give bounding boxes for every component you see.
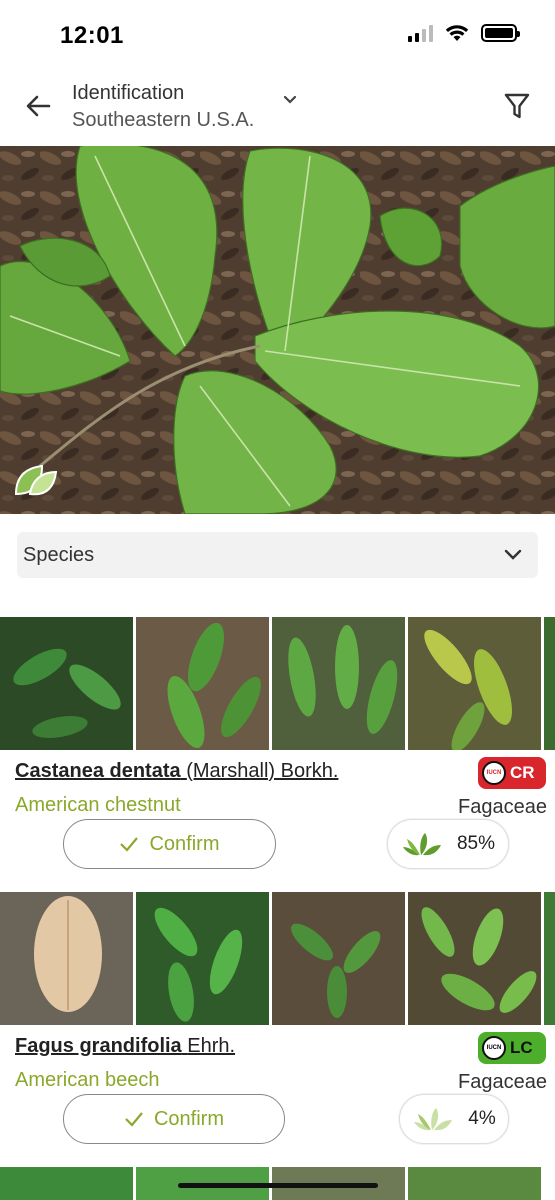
confirm-label: Confirm <box>149 832 220 855</box>
iucn-status: CR <box>510 763 535 782</box>
author: Ehrh. <box>187 1035 236 1057</box>
status-icons <box>408 24 520 42</box>
filter-icon <box>504 93 530 119</box>
reference-image[interactable] <box>136 892 269 1025</box>
leaf-photo-illustration <box>0 146 555 514</box>
reference-image[interactable] <box>272 617 405 750</box>
status-bar: 12:01 <box>0 0 555 70</box>
reference-image[interactable] <box>0 892 133 1025</box>
common-name: American chestnut <box>15 794 181 816</box>
reference-image[interactable] <box>544 892 555 1025</box>
leaf-score-icon <box>414 1108 453 1131</box>
chevron-down-icon <box>504 549 522 560</box>
back-button[interactable] <box>20 88 56 124</box>
iucn-logo-icon: IUCN <box>482 1036 506 1060</box>
family-name: Fagaceae <box>458 1071 547 1093</box>
result-card[interactable]: Castanea dentata (Marshall) Borkh. IUCN … <box>0 617 555 877</box>
reference-image[interactable] <box>408 892 541 1025</box>
iucn-logo-icon: IUCN <box>482 761 506 785</box>
status-time: 12:01 <box>60 22 124 49</box>
battery-icon <box>481 24 520 42</box>
family-name: Fagaceae <box>458 796 547 818</box>
app-header: Identification Southeastern U.S.A. <box>0 70 555 146</box>
score-value: 85% <box>456 833 496 854</box>
rank-filter-dropdown[interactable]: Species <box>17 532 538 578</box>
reference-images[interactable] <box>0 892 555 1025</box>
rank-filter-value: Species <box>23 543 95 566</box>
reference-images[interactable] <box>0 617 555 750</box>
result-card[interactable]: Fagus grandifolia Ehrh. IUCN LC American… <box>0 892 555 1152</box>
filter-button[interactable] <box>501 88 533 124</box>
reference-image[interactable] <box>544 617 555 750</box>
scientific-name: Castanea dentata <box>15 760 181 782</box>
wifi-icon <box>445 25 469 41</box>
reference-image[interactable] <box>136 617 269 750</box>
reference-image[interactable] <box>0 617 133 750</box>
page-title: Identification <box>72 82 185 104</box>
reference-image[interactable] <box>272 892 405 1025</box>
confirm-button[interactable]: Confirm <box>63 1094 285 1144</box>
scientific-name-link[interactable]: Castanea dentata (Marshall) Borkh. <box>15 760 338 783</box>
leaf-score-icon <box>402 833 441 856</box>
iucn-badge[interactable]: IUCN CR <box>478 757 546 789</box>
scientific-name-link[interactable]: Fagus grandifolia Ehrh. <box>15 1035 235 1058</box>
iucn-badge[interactable]: IUCN LC <box>478 1032 546 1064</box>
score-badge: 85% <box>387 819 509 869</box>
scientific-name: Fagus grandifolia <box>15 1035 182 1057</box>
flora-selector[interactable]: Identification Southeastern U.S.A. <box>72 82 254 132</box>
common-name: American beech <box>15 1069 160 1091</box>
reference-image[interactable] <box>0 1167 133 1200</box>
flora-region: Southeastern U.S.A. <box>72 109 255 131</box>
score-value: 4% <box>468 1108 496 1129</box>
check-icon <box>125 1112 143 1127</box>
chevron-down-icon[interactable] <box>282 94 298 106</box>
home-indicator[interactable] <box>178 1183 378 1188</box>
reference-image[interactable] <box>408 617 541 750</box>
score-badge: 4% <box>399 1094 509 1144</box>
iucn-status: LC <box>510 1038 533 1057</box>
check-icon <box>120 837 139 852</box>
query-photo[interactable] <box>0 146 555 514</box>
back-arrow-icon <box>26 95 51 117</box>
confirm-button[interactable]: Confirm <box>63 819 276 869</box>
author: (Marshall) Borkh. <box>186 760 339 782</box>
leaf-badge-icon <box>14 464 58 496</box>
confirm-label: Confirm <box>153 1107 224 1130</box>
reference-image[interactable] <box>408 1167 541 1200</box>
signal-icon <box>408 24 433 42</box>
